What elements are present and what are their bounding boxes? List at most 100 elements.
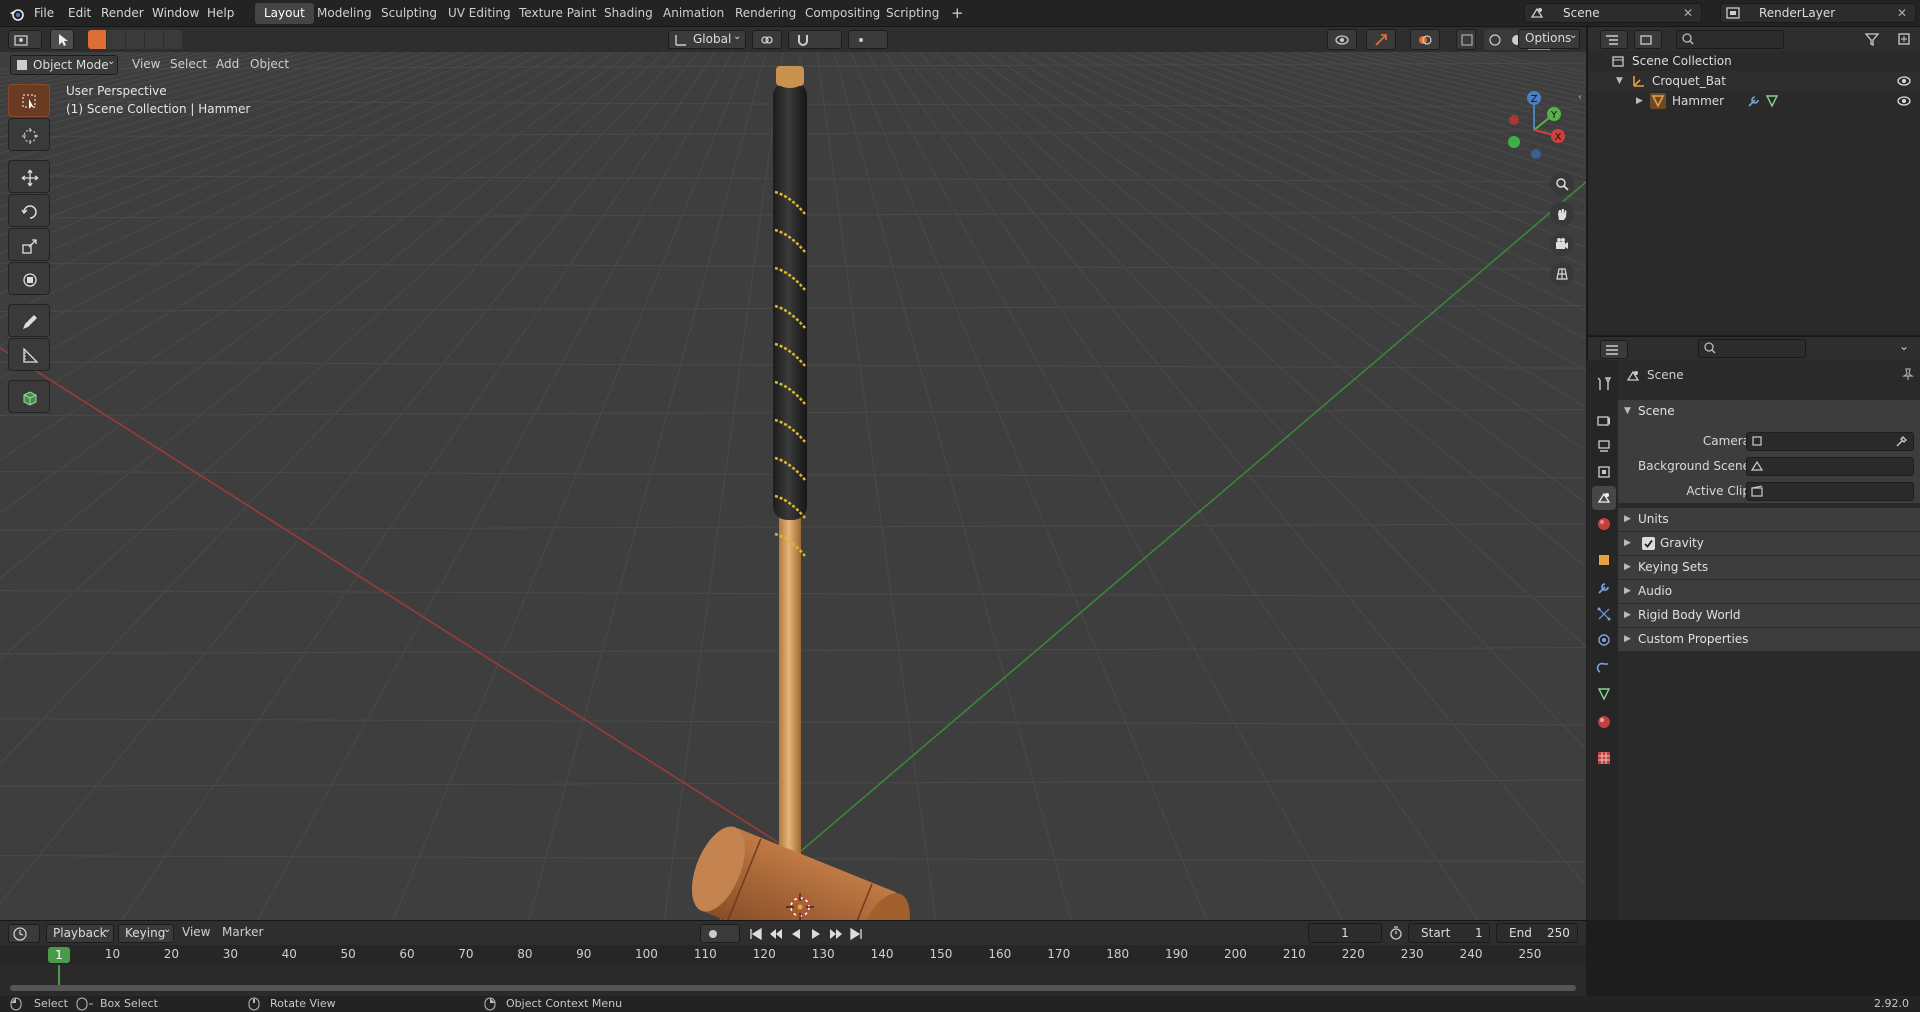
add-workspace-button[interactable]: + <box>942 3 973 24</box>
menu-render[interactable]: Render <box>101 0 144 27</box>
outliner-row-scene-collection[interactable]: Scene Collection <box>1588 51 1920 71</box>
gravity-section[interactable]: ▶ Gravity <box>1618 532 1920 556</box>
cursor-tool[interactable] <box>8 118 50 151</box>
scene-tab[interactable] <box>1592 486 1616 510</box>
pan-hand-icon[interactable] <box>1550 202 1574 226</box>
tool-settings-tab[interactable] <box>1592 372 1616 396</box>
transform-orientation-dropdown[interactable]: Global ⌄ <box>668 30 746 49</box>
select-intersect-icon[interactable] <box>164 30 182 49</box>
outliner-row-hammer[interactable]: ▶ Hammer <box>1588 91 1920 111</box>
proportional-edit-button[interactable] <box>848 30 888 49</box>
measure-tool[interactable] <box>8 338 50 371</box>
timeline-menu-marker[interactable]: Marker <box>222 925 263 939</box>
visibility-eye-icon[interactable] <box>1896 93 1912 109</box>
outliner-search-input[interactable] <box>1676 30 1784 49</box>
scene-section-header[interactable]: ▼ Scene <box>1618 400 1920 422</box>
units-section[interactable]: ▶ Units <box>1618 508 1920 532</box>
move-tool[interactable] <box>8 160 50 193</box>
jump-to-keyframe-forward-icon[interactable] <box>828 926 844 942</box>
filter-icon[interactable] <box>1864 31 1880 47</box>
mesh-data-icon[interactable] <box>1764 93 1780 109</box>
gizmo-neg-z-icon[interactable] <box>1531 149 1541 159</box>
constraints-tab[interactable] <box>1592 656 1616 680</box>
select-box-tool[interactable] <box>8 84 50 117</box>
gravity-checkbox[interactable] <box>1642 537 1655 550</box>
output-tab[interactable] <box>1592 434 1616 458</box>
camera-field[interactable] <box>1746 432 1914 451</box>
tab-uv-editing[interactable]: UV Editing <box>439 3 520 24</box>
audio-section[interactable]: ▶ Audio <box>1618 580 1920 604</box>
object-tab[interactable] <box>1592 548 1616 572</box>
jump-to-keyframe-back-icon[interactable] <box>768 926 784 942</box>
pivot-point-button[interactable] <box>752 30 782 49</box>
object-data-tab[interactable] <box>1592 682 1616 706</box>
select-extend-icon[interactable] <box>107 30 125 49</box>
gizmo-toggle-button[interactable] <box>1366 29 1396 50</box>
visibility-eye-icon[interactable] <box>1896 73 1912 89</box>
chevron-down-icon[interactable]: ⌄ <box>1899 339 1909 353</box>
options-dropdown[interactable]: Options ⌄ <box>1518 29 1580 49</box>
wireframe-shading-icon[interactable] <box>1484 29 1506 50</box>
view-layer-tab[interactable] <box>1592 460 1616 484</box>
zoom-icon[interactable] <box>1550 172 1574 196</box>
menu-help[interactable]: Help <box>207 0 234 27</box>
material-tab[interactable] <box>1592 710 1616 734</box>
overlays-button[interactable] <box>1410 29 1440 50</box>
viewport-menu-add[interactable]: Add <box>216 57 239 71</box>
editor-type-button[interactable] <box>8 30 42 49</box>
xray-button[interactable] <box>1456 29 1476 50</box>
timeline-editor-type-button[interactable] <box>8 924 40 943</box>
sidebar-toggle-icon[interactable]: ‹ <box>1578 92 1582 103</box>
eyedropper-icon[interactable] <box>1895 434 1909 448</box>
object-mode-dropdown[interactable]: Object Mode ⌄ <box>10 55 118 75</box>
particles-tab[interactable] <box>1592 602 1616 626</box>
properties-search-input[interactable] <box>1698 339 1806 358</box>
tab-sculpting[interactable]: Sculpting <box>372 3 446 24</box>
outliner-row-croquet-bat[interactable]: ▼ Croquet_Bat <box>1588 71 1920 91</box>
play-reverse-icon[interactable] <box>788 926 804 942</box>
viewport-menu-view[interactable]: View <box>132 57 160 71</box>
texture-tab[interactable] <box>1592 746 1616 770</box>
navigation-gizmo[interactable]: Z Y X <box>1496 86 1566 162</box>
keying-sets-section[interactable]: ▶ Keying Sets <box>1618 556 1920 580</box>
stopwatch-icon[interactable] <box>1388 925 1404 941</box>
timeline-menu-view[interactable]: View <box>182 925 210 939</box>
jump-to-end-icon[interactable] <box>848 926 864 942</box>
blender-logo-icon[interactable] <box>8 5 26 23</box>
current-frame-field[interactable]: 1 <box>1308 923 1382 943</box>
perspective-toggle-icon[interactable] <box>1550 262 1574 286</box>
expand-arrow-icon[interactable]: ▼ <box>1616 71 1623 91</box>
gizmo-neg-x-icon[interactable] <box>1509 115 1519 125</box>
tab-modeling[interactable]: Modeling <box>308 3 381 24</box>
pin-icon[interactable] <box>1901 367 1915 381</box>
tab-compositing[interactable]: Compositing <box>796 3 889 24</box>
collapse-arrow-icon[interactable]: ▶ <box>1636 91 1643 111</box>
tab-scripting[interactable]: Scripting <box>877 3 948 24</box>
end-frame-field[interactable]: End 250 <box>1496 923 1578 943</box>
start-frame-field[interactable]: Start 1 <box>1408 923 1490 943</box>
viewport-menu-select[interactable]: Select <box>170 57 207 71</box>
modifier-wrench-icon[interactable] <box>1746 93 1762 109</box>
properties-editor-type-button[interactable] <box>1600 340 1628 359</box>
menu-window[interactable]: Window <box>152 0 199 27</box>
modifier-tab[interactable] <box>1592 576 1616 600</box>
auto-keying-button[interactable] <box>700 924 740 943</box>
viewport-menu-object[interactable]: Object <box>250 57 289 71</box>
tab-rendering[interactable]: Rendering <box>726 3 805 24</box>
outliner-editor-type-button[interactable] <box>1600 30 1628 49</box>
snap-button[interactable] <box>788 30 842 49</box>
display-mode-button[interactable] <box>1634 30 1662 49</box>
select-subtract-icon[interactable] <box>126 30 144 49</box>
timeline-scrollbar[interactable] <box>10 985 1576 991</box>
custom-properties-section[interactable]: ▶ Custom Properties <box>1618 628 1920 652</box>
tab-texture-paint[interactable]: Texture Paint <box>510 3 605 24</box>
world-tab[interactable] <box>1592 512 1616 536</box>
select-new-icon[interactable] <box>88 30 106 49</box>
3d-viewport[interactable]: User Perspective (1) Scene Collection | … <box>0 52 1586 920</box>
rigid-body-world-section[interactable]: ▶ Rigid Body World <box>1618 604 1920 628</box>
tab-shading[interactable]: Shading <box>595 3 662 24</box>
render-tab[interactable] <box>1592 408 1616 432</box>
gizmo-neg-y-icon[interactable] <box>1508 136 1520 148</box>
play-icon[interactable] <box>808 926 824 942</box>
add-cube-tool[interactable] <box>8 380 50 413</box>
